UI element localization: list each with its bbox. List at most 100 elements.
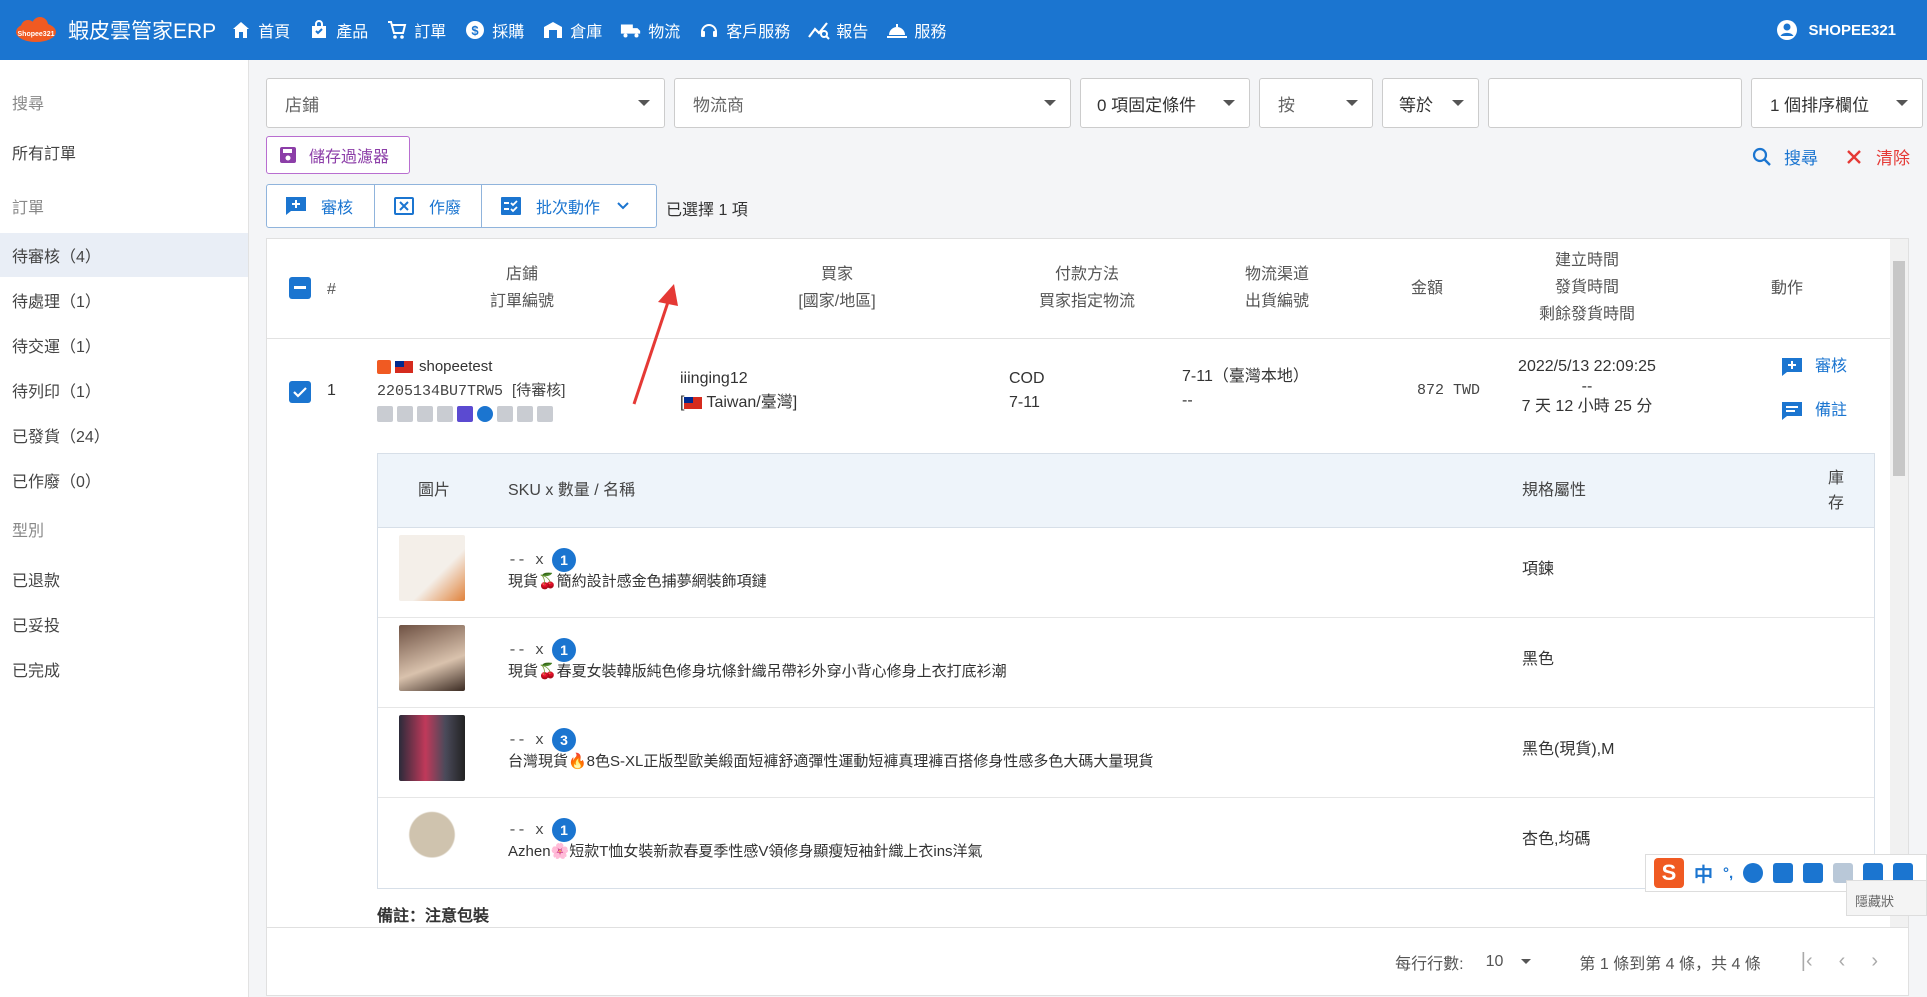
product-thumbnail[interactable] bbox=[399, 625, 465, 691]
item-name[interactable]: 台灣現貨🔥8色S-XL正版型歐美緞面短褲舒適彈性運動短褲真理褲百搭修身性感多色大… bbox=[508, 750, 1153, 774]
sidebar-item-delivered[interactable]: 已妥投 bbox=[0, 601, 248, 646]
barcode-icon[interactable] bbox=[377, 406, 393, 422]
qrcode-icon[interactable] bbox=[397, 406, 413, 422]
nav-warehouse-label: 倉庫 bbox=[570, 24, 603, 41]
save-filter-button[interactable]: 儲存過濾器 bbox=[266, 136, 410, 174]
message-icon[interactable] bbox=[437, 406, 453, 422]
col-amount: 金額 bbox=[1410, 280, 1443, 297]
order-currency: TWD bbox=[1453, 382, 1481, 399]
sidebar-item-pending-review[interactable]: 待審核（4） bbox=[0, 233, 248, 277]
void-label: 作廢 bbox=[429, 200, 462, 217]
batch-action-button[interactable]: 批次動作 bbox=[482, 185, 656, 227]
item-name[interactable]: Azhen🌸短款T恤女裝新款春夏季性感V領修身顯瘦短袖針織上衣ins洋氣 bbox=[508, 840, 983, 864]
chevron-down-icon bbox=[1044, 100, 1056, 106]
nav-purchase-label: 採購 bbox=[492, 24, 525, 41]
rows-per-page-select[interactable]: 10 bbox=[1486, 953, 1504, 971]
prev-page-icon[interactable]: ‹ bbox=[1839, 950, 1846, 973]
product-thumbnail[interactable] bbox=[399, 715, 465, 781]
next-page-icon[interactable]: › bbox=[1871, 950, 1878, 973]
audit-button[interactable]: 審核 bbox=[267, 185, 375, 227]
sidebar-item-pending-ship[interactable]: 待交運（1） bbox=[0, 322, 248, 367]
keyboard-icon[interactable] bbox=[1803, 863, 1824, 883]
void-button[interactable]: 作廢 bbox=[375, 185, 482, 227]
user-menu[interactable]: SHOPEE321 bbox=[1776, 19, 1896, 41]
note-icon[interactable] bbox=[457, 406, 473, 422]
shop-select[interactable]: 店鋪 bbox=[266, 78, 665, 128]
items-col-spec: 規格屬性 bbox=[1522, 482, 1587, 499]
punctuation-icon[interactable]: °, bbox=[1723, 865, 1733, 882]
sidebar-item-pending-print[interactable]: 待列印（1） bbox=[0, 367, 248, 412]
sidebar-section-orders: 訂單 bbox=[12, 200, 45, 217]
check-box-icon[interactable] bbox=[497, 406, 513, 422]
nav-orders[interactable]: 訂單 bbox=[386, 18, 446, 42]
nav-customer-service[interactable]: 客戶服務 bbox=[698, 18, 790, 42]
shopee321-logo[interactable]: Shopee321 bbox=[14, 16, 58, 44]
brand-title[interactable]: 蝦皮雲管家ERP bbox=[68, 15, 216, 45]
ime-mode[interactable]: 中 bbox=[1694, 860, 1713, 887]
nav-logistics[interactable]: 物流 bbox=[620, 18, 680, 42]
col-buyer-l1: 買家 bbox=[820, 266, 853, 283]
shop-name[interactable]: shopeetest bbox=[419, 355, 492, 379]
nav-services[interactable]: 服務 bbox=[886, 18, 946, 42]
emoji-icon[interactable] bbox=[1743, 863, 1764, 883]
sogou-s-icon[interactable]: S bbox=[1654, 858, 1684, 888]
col-index: # bbox=[327, 281, 336, 298]
nav-reports-label: 報告 bbox=[836, 24, 869, 41]
nav-products[interactable]: 產品 bbox=[308, 18, 368, 42]
sidebar-item-refunded[interactable]: 已退款 bbox=[0, 556, 248, 601]
field-select[interactable]: 按 bbox=[1259, 78, 1373, 128]
row-note-button[interactable]: 備註 bbox=[1781, 399, 1847, 423]
microphone-icon[interactable] bbox=[1773, 863, 1794, 883]
edit-check-icon[interactable] bbox=[517, 406, 533, 422]
item-spec: 杏色,均碼 bbox=[1522, 831, 1591, 848]
ime-tooltip: 隱藏狀 bbox=[1846, 880, 1927, 916]
item-name[interactable]: 現貨🍒簡約設計感金色捕夢網裝飾項鏈 bbox=[508, 570, 767, 594]
nav-reports[interactable]: 報告 bbox=[808, 18, 868, 42]
link-icon[interactable] bbox=[537, 406, 553, 422]
sidebar-item-voided[interactable]: 已作廢（0） bbox=[0, 457, 248, 502]
table-scrollbar[interactable] bbox=[1890, 239, 1908, 927]
cancel-box-icon bbox=[394, 197, 414, 215]
order-number[interactable]: 2205134BU7TRW5 bbox=[377, 383, 503, 400]
col-buyer-l2: [國家/地區] bbox=[798, 293, 876, 310]
item-spec: 黑色(現貨),M bbox=[1522, 741, 1615, 758]
sidebar-item-all-orders[interactable]: 所有訂單 bbox=[0, 125, 248, 179]
product-thumbnail[interactable] bbox=[399, 535, 465, 601]
clear-button[interactable]: 清除 bbox=[1846, 144, 1910, 169]
table-row: 1 shopeetest 2205134BU7TRW5 [待審核] iiingi… bbox=[267, 339, 1908, 454]
indeterminate-icon bbox=[294, 286, 306, 289]
row-note-label: 備註 bbox=[1815, 402, 1848, 419]
add-comment-icon bbox=[286, 197, 306, 215]
item-name[interactable]: 現貨🍒春夏女裝韓版純色修身坑條針織吊帶衫外穿小背心修身上衣打底衫潮 bbox=[508, 660, 1007, 684]
nav-purchase[interactable]: $ 採購 bbox=[464, 18, 524, 42]
sidebar-item-pending-process[interactable]: 待處理（1） bbox=[0, 277, 248, 322]
row-checkbox[interactable] bbox=[289, 381, 311, 403]
taiwan-flag-icon bbox=[684, 396, 703, 409]
scrollbar-thumb[interactable] bbox=[1893, 261, 1905, 476]
sidebar-item-shipped[interactable]: 已發貨（24） bbox=[0, 412, 248, 457]
filter-value-input[interactable] bbox=[1488, 78, 1742, 128]
add-comment-icon bbox=[1782, 358, 1802, 376]
buyer-name[interactable]: iiinging12 bbox=[680, 367, 797, 391]
search-actions: 搜尋 清除 bbox=[1724, 144, 1910, 169]
sidebar-item-completed[interactable]: 已完成 bbox=[0, 646, 248, 691]
nav-warehouse[interactable]: 倉庫 bbox=[542, 18, 602, 42]
search-button[interactable]: 搜尋 bbox=[1752, 144, 1818, 169]
carrier-select[interactable]: 物流商 bbox=[674, 78, 1071, 128]
chart-icon bbox=[808, 19, 831, 41]
first-page-icon[interactable]: |‹ bbox=[1801, 950, 1813, 973]
sort-fields-select[interactable]: 1 個排序欄位 bbox=[1751, 78, 1923, 128]
select-all-checkbox[interactable] bbox=[289, 277, 311, 299]
fixed-conditions-select[interactable]: 0 項固定條件 bbox=[1080, 78, 1250, 128]
item-qty: 1 bbox=[552, 818, 577, 842]
table-footer: 每行行數: 10 第 1 條到第 4 條，共 4 條 |‹ ‹ › bbox=[266, 928, 1909, 996]
operator-select[interactable]: 等於 bbox=[1382, 78, 1479, 128]
product-thumbnail[interactable] bbox=[399, 805, 465, 871]
upload-icon[interactable] bbox=[417, 406, 433, 422]
nav-home[interactable]: 首頁 bbox=[230, 18, 290, 42]
chevron-down-icon[interactable] bbox=[1521, 959, 1532, 964]
row-audit-button[interactable]: 審核 bbox=[1781, 355, 1847, 379]
cancel-circle-icon[interactable] bbox=[477, 406, 493, 422]
col-shipping-l1: 物流渠道 bbox=[1244, 266, 1309, 283]
batch-action-label: 批次動作 bbox=[536, 200, 601, 217]
